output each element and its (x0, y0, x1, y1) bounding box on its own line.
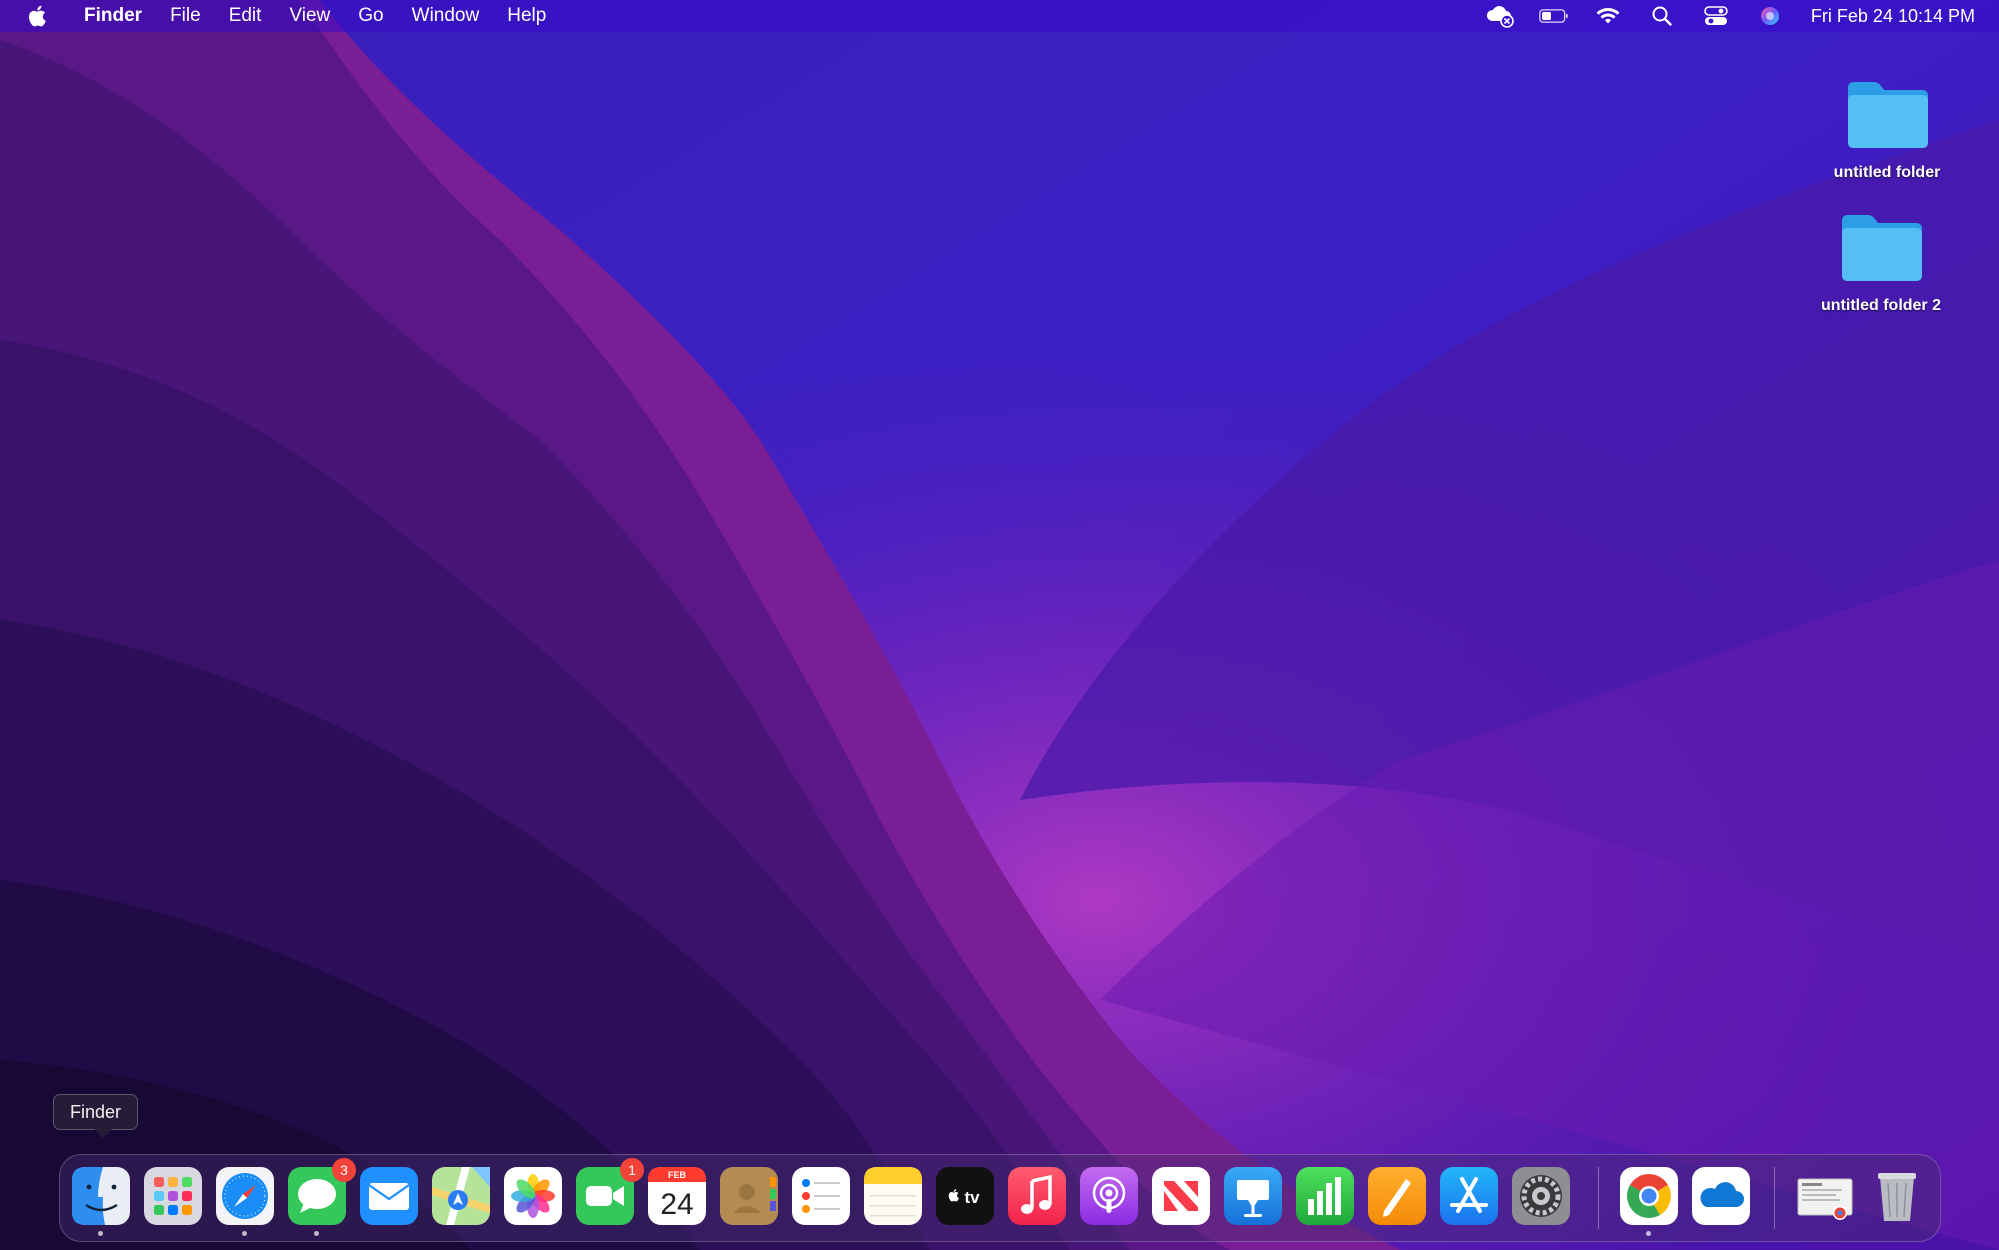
news-icon (1152, 1167, 1210, 1225)
battery-icon[interactable] (1539, 4, 1569, 28)
podcasts-icon (1080, 1167, 1138, 1225)
dock-finder[interactable] (72, 1167, 130, 1225)
contacts-icon (720, 1167, 778, 1225)
desktop-folder[interactable]: untitled folder (1812, 80, 1962, 182)
dock-separator (1774, 1167, 1775, 1229)
dock-notes[interactable] (864, 1167, 922, 1225)
messages-badge: 3 (332, 1158, 356, 1182)
dock-pages[interactable] (1368, 1167, 1426, 1225)
finder-icon (72, 1167, 130, 1225)
dock-numbers[interactable] (1296, 1167, 1354, 1225)
menu-window[interactable]: Window (398, 0, 494, 32)
dock-system-preferences[interactable] (1512, 1167, 1570, 1225)
icloud-error-icon[interactable] (1485, 4, 1515, 28)
notes-icon (864, 1167, 922, 1225)
dock-messages[interactable]: 3 (288, 1158, 356, 1225)
spotlight-search-icon[interactable] (1647, 4, 1677, 28)
menu-finder[interactable]: Finder (70, 0, 156, 32)
menu-help[interactable]: Help (493, 0, 560, 32)
keynote-icon (1224, 1167, 1282, 1225)
menu-view[interactable]: View (275, 0, 344, 32)
tv-label: tv (964, 1188, 980, 1207)
dock-news[interactable] (1152, 1167, 1210, 1225)
dock: 3 1 FEB 24 tv (59, 1154, 1941, 1242)
dock-photos[interactable] (504, 1167, 562, 1225)
calendar-day: 24 (660, 1188, 693, 1221)
dock-contacts[interactable] (720, 1167, 778, 1225)
dock-music[interactable] (1008, 1167, 1066, 1225)
dock-safari[interactable] (216, 1167, 274, 1225)
siri-icon[interactable] (1755, 4, 1785, 28)
dock-trash[interactable] (1868, 1167, 1926, 1225)
apple-menu-icon[interactable] (24, 2, 52, 30)
screenshot-thumbnail-icon (1797, 1178, 1853, 1220)
dock-google-chrome[interactable] (1620, 1167, 1678, 1225)
trash-icon (1878, 1173, 1916, 1221)
facetime-badge: 1 (620, 1158, 644, 1182)
photos-icon (504, 1167, 562, 1225)
apple-tv-icon: tv (936, 1167, 994, 1225)
folder-icon (1842, 215, 1922, 281)
dock-mail[interactable] (360, 1167, 418, 1225)
calendar-month: FEB (668, 1170, 687, 1180)
dock-screenshot[interactable] (1796, 1167, 1854, 1225)
dock-maps[interactable] (432, 1167, 490, 1225)
numbers-icon (1296, 1167, 1354, 1225)
dock-separator (1598, 1167, 1599, 1229)
folder-icon (1848, 82, 1928, 148)
system-preferences-icon (1512, 1167, 1570, 1225)
dock-onedrive[interactable] (1692, 1167, 1750, 1225)
desktop-item-label: untitled folder (1833, 164, 1941, 181)
dock-podcasts[interactable] (1080, 1167, 1138, 1225)
running-indicator (242, 1231, 247, 1236)
dock-reminders[interactable] (792, 1167, 850, 1225)
mail-icon (360, 1167, 418, 1225)
maps-icon (432, 1167, 490, 1225)
dock-keynote[interactable] (1224, 1167, 1282, 1225)
wifi-icon[interactable] (1593, 4, 1623, 28)
running-indicator (98, 1231, 103, 1236)
running-indicator (314, 1231, 319, 1236)
running-indicator (1646, 1231, 1651, 1236)
dock-app-store[interactable] (1440, 1167, 1498, 1225)
menu-edit[interactable]: Edit (215, 0, 276, 32)
menu-file[interactable]: File (156, 0, 215, 32)
reminders-icon (792, 1167, 850, 1225)
dock-launchpad[interactable] (144, 1167, 202, 1225)
onedrive-icon (1692, 1167, 1750, 1225)
desktop-wallpaper (0, 0, 1999, 1250)
music-icon (1008, 1167, 1066, 1225)
chrome-icon (1620, 1167, 1678, 1225)
dock-tv[interactable]: tv (936, 1167, 994, 1225)
desktop-folder[interactable]: untitled folder 2 (1806, 213, 1956, 315)
menu-go[interactable]: Go (344, 0, 397, 32)
pages-icon (1368, 1167, 1426, 1225)
app-store-icon (1440, 1167, 1498, 1225)
menu-bar-clock[interactable]: Fri Feb 24 10:14 PM (1811, 6, 1975, 27)
dock-calendar[interactable]: FEB 24 (648, 1167, 706, 1225)
calendar-icon: FEB 24 (648, 1167, 706, 1225)
launchpad-icon (144, 1167, 202, 1225)
menu-bar: Finder File Edit View Go Window Help Fri… (0, 0, 1999, 32)
dock-tooltip: Finder (53, 1094, 139, 1138)
desktop-item-label: untitled folder 2 (1821, 297, 1941, 314)
dock-facetime[interactable]: 1 (576, 1158, 644, 1225)
control-center-icon[interactable] (1701, 4, 1731, 28)
safari-icon (216, 1167, 274, 1225)
